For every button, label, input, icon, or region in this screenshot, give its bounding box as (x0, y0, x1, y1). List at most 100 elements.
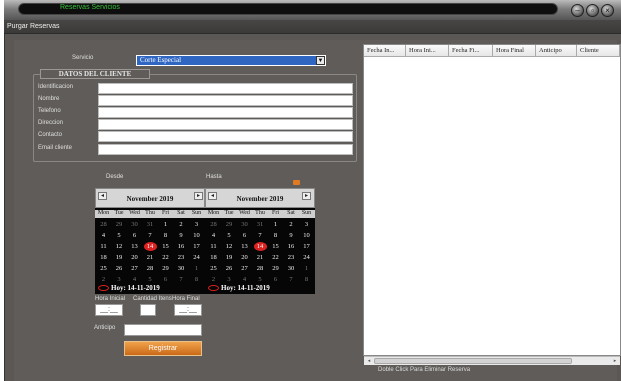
calendar-day[interactable]: 15 (158, 243, 173, 250)
calendar-day[interactable]: 2 (284, 221, 299, 228)
column-header-hora-final[interactable]: Hora Final (493, 45, 536, 57)
close-icon[interactable]: × (601, 4, 614, 17)
scroll-thumb[interactable] (374, 358, 572, 364)
calendar-day[interactable]: 6 (268, 276, 283, 283)
calendar-day[interactable]: 28 (253, 265, 268, 272)
calendar-day[interactable]: 9 (174, 232, 189, 239)
calendar-day[interactable]: 24 (299, 254, 314, 261)
hora-final-input[interactable]: __:__ (174, 304, 202, 316)
calendar-day[interactable]: 27 (237, 265, 252, 272)
calendar-day[interactable]: 23 (284, 254, 299, 261)
menu-purgar-reservas[interactable]: Purgar Reservas (7, 23, 60, 30)
chevron-down-icon[interactable]: ▼ (316, 56, 325, 65)
calendar-day[interactable]: 8 (299, 276, 314, 283)
calendar-day[interactable]: 26 (112, 265, 127, 272)
calendar-day[interactable]: 13 (237, 243, 252, 250)
column-header-fecha-fin[interactable]: Fecha Fi... (449, 45, 493, 57)
calendar-day[interactable]: 10 (189, 232, 204, 239)
calendar-day[interactable]: 19 (222, 254, 237, 261)
calendar-day[interactable]: 3 (222, 276, 237, 283)
calendar-day[interactable]: 30 (284, 265, 299, 272)
identificacion-input[interactable] (98, 83, 353, 94)
calendar-day[interactable]: 24 (189, 254, 204, 261)
column-header-fecha-inicio[interactable]: Fecha In... (364, 45, 406, 57)
calendar-day[interactable]: 20 (237, 254, 252, 261)
calendar-day[interactable]: 7 (174, 276, 189, 283)
column-header-hora-inicio[interactable]: Hora Ini... (406, 45, 449, 57)
calendar-day[interactable]: 17 (299, 243, 314, 250)
calendar-day[interactable]: 17 (189, 243, 204, 250)
calendar-day[interactable]: 8 (189, 276, 204, 283)
calendar-day[interactable]: 4 (206, 232, 221, 239)
calendar-day[interactable]: 6 (127, 232, 142, 239)
calendar-day[interactable]: 26 (222, 265, 237, 272)
column-header-cliente[interactable]: Cliente (577, 45, 620, 57)
calendar-day[interactable]: 29 (222, 221, 237, 228)
calendar-day[interactable]: 31 (143, 221, 158, 228)
direccion-input[interactable] (98, 119, 353, 130)
calendar-day[interactable]: 5 (253, 276, 268, 283)
calendar-day[interactable]: 14 (143, 243, 158, 250)
calendar-day[interactable]: 30 (127, 221, 142, 228)
nombre-input[interactable] (98, 95, 353, 106)
calendar-day[interactable]: 1 (268, 221, 283, 228)
calendar-day[interactable]: 21 (143, 254, 158, 261)
calendar-day[interactable]: 28 (96, 221, 111, 228)
scroll-left-icon[interactable]: ◂ (365, 357, 373, 365)
calendar-toggle-icon[interactable] (293, 180, 300, 185)
calendar-day[interactable]: 16 (284, 243, 299, 250)
calendar-day[interactable]: 8 (158, 232, 173, 239)
calendar-day[interactable]: 12 (222, 243, 237, 250)
calendar-day[interactable]: 13 (127, 243, 142, 250)
calendar-hasta-today[interactable]: Hoy: 14-11-2019 (221, 284, 270, 292)
calendar-day[interactable]: 22 (268, 254, 283, 261)
calendar-day[interactable]: 1 (299, 265, 314, 272)
calendar-day[interactable]: 11 (206, 243, 221, 250)
calendar-day[interactable]: 2 (96, 276, 111, 283)
calendar-day[interactable]: 5 (112, 232, 127, 239)
calendar-day[interactable]: 29 (158, 265, 173, 272)
calendar-day[interactable]: 2 (174, 221, 189, 228)
calendar-day[interactable]: 9 (284, 232, 299, 239)
calendar-day[interactable]: 8 (268, 232, 283, 239)
calendar-day[interactable]: 3 (112, 276, 127, 283)
calendar-day[interactable]: 4 (96, 232, 111, 239)
calendar-day[interactable]: 29 (112, 221, 127, 228)
reservas-table[interactable] (363, 44, 621, 356)
minimize-icon[interactable]: ‒ (571, 4, 584, 17)
calendar-day[interactable]: 22 (158, 254, 173, 261)
calendar-day[interactable]: 11 (96, 243, 111, 250)
calendar-day[interactable]: 20 (127, 254, 142, 261)
calendar-day[interactable]: 2 (206, 276, 221, 283)
calendar-day[interactable]: 18 (206, 254, 221, 261)
calendar-day[interactable]: 6 (158, 276, 173, 283)
registrar-button[interactable]: Registrar (124, 341, 202, 356)
scroll-right-icon[interactable]: ▸ (611, 357, 619, 365)
calendar-day[interactable]: 19 (112, 254, 127, 261)
calendar-day[interactable]: 31 (253, 221, 268, 228)
calendar-day[interactable]: 7 (143, 232, 158, 239)
calendar-day[interactable]: 28 (206, 221, 221, 228)
calendar-day[interactable]: 15 (268, 243, 283, 250)
anticipo-input[interactable] (124, 324, 202, 336)
calendar-desde-today[interactable]: Hoy: 14-11-2019 (111, 284, 160, 292)
calendar-day[interactable]: 6 (237, 232, 252, 239)
calendar-day[interactable]: 7 (253, 232, 268, 239)
calendar-day[interactable]: 1 (158, 221, 173, 228)
calendar-day[interactable]: 29 (268, 265, 283, 272)
calendar-day[interactable]: 4 (127, 276, 142, 283)
calendar-day[interactable]: 4 (237, 276, 252, 283)
calendar-day[interactable]: 5 (143, 276, 158, 283)
calendar-day[interactable]: 30 (174, 265, 189, 272)
email-input[interactable] (98, 144, 353, 155)
cantidad-input[interactable] (140, 304, 156, 316)
calendar-day[interactable]: 27 (127, 265, 142, 272)
calendar-day[interactable]: 14 (253, 243, 268, 250)
restore-icon[interactable]: ▫ (586, 4, 599, 17)
hora-inicial-input[interactable]: __:__ (95, 304, 123, 316)
calendar-day[interactable]: 23 (174, 254, 189, 261)
contacto-input[interactable] (98, 131, 353, 142)
calendar-day[interactable]: 3 (299, 221, 314, 228)
telefono-input[interactable] (98, 107, 353, 118)
calendar-day[interactable]: 28 (143, 265, 158, 272)
